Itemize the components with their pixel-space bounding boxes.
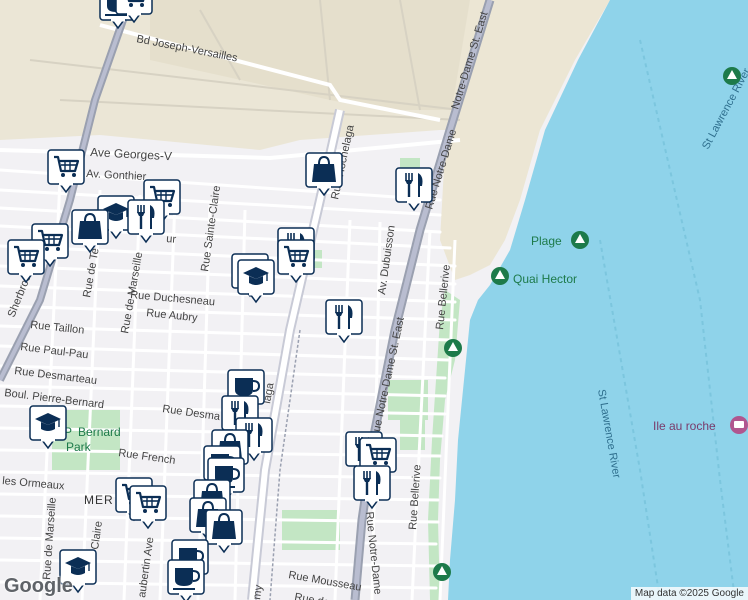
street-label-ur: ur [166,233,177,246]
park-tree-poi-1[interactable] [444,339,462,357]
quai-hector-label: Quai Hector [513,272,577,286]
map-attribution[interactable]: Map data ©2025 Google [630,587,748,600]
park-tree-poi-2[interactable] [433,563,451,581]
plage-label: Plage [531,234,562,248]
street-label-my: my [251,584,265,600]
coffee-icon [168,560,204,600]
park-label-line2: Park [66,440,92,454]
plage-poi[interactable]: Plage [531,231,589,249]
ile-au-roche-label: Ile au roche [653,419,716,433]
coffee-marker[interactable] [168,560,204,600]
ile-au-roche-poi[interactable]: Ile au roche [653,416,748,434]
google-logo: Google [4,575,73,597]
map-canvas[interactable]: Bd Joseph-Versailles Ave Georges-V Av. G… [0,0,748,600]
park-tree-poi-3[interactable] [723,67,741,85]
